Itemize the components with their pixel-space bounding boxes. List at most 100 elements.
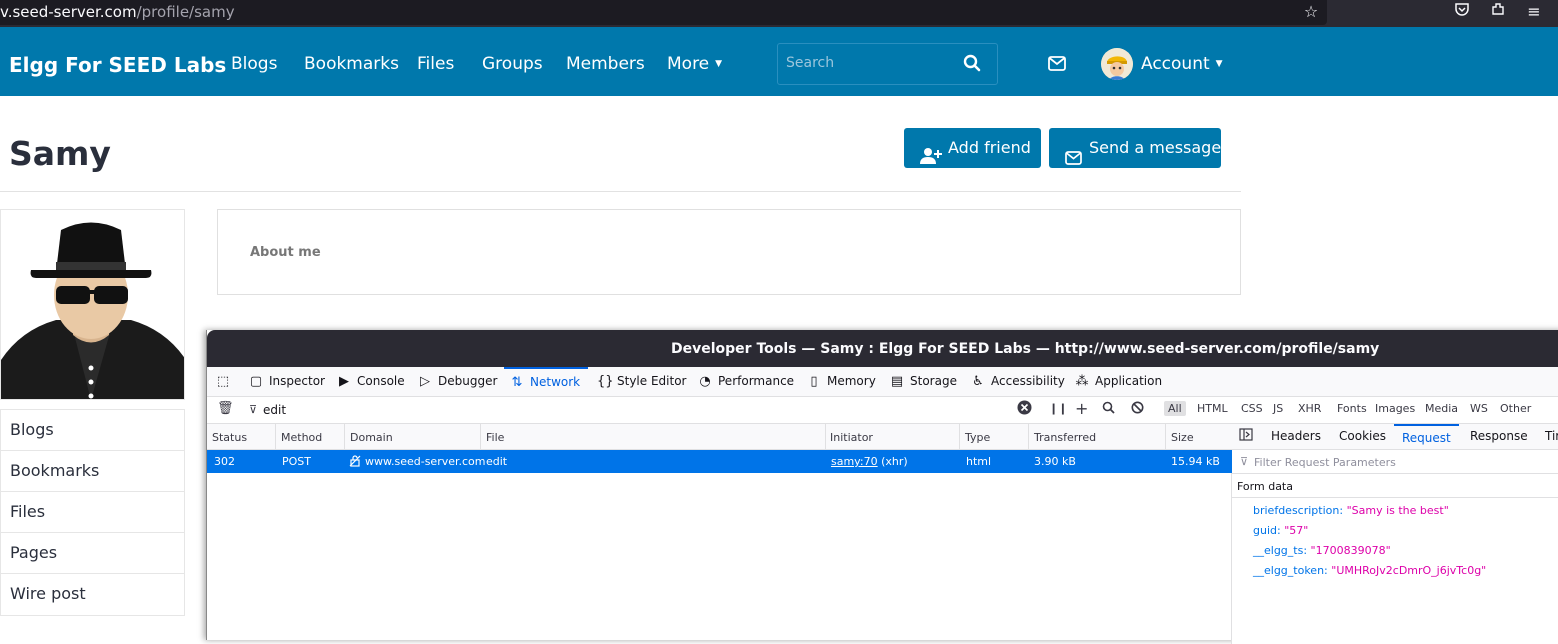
filter-js[interactable]: JS <box>1273 402 1283 415</box>
tab-debugger[interactable]: ▷ Debugger <box>418 367 497 397</box>
nav-files[interactable]: Files <box>417 54 454 74</box>
site-brand[interactable]: Elgg For SEED Labs <box>9 53 226 77</box>
tab-network[interactable]: ⇅ Network <box>504 367 588 397</box>
filter-images[interactable]: Images <box>1375 402 1415 415</box>
url-field[interactable]: v.seed-server.com/profile/samy <box>0 0 1327 25</box>
param-filter-placeholder: Filter Request Parameters <box>1254 456 1396 469</box>
tab-headers[interactable]: Headers <box>1271 429 1321 443</box>
storage-icon: ▤ <box>890 374 904 389</box>
clear-filter-icon[interactable] <box>1017 400 1032 419</box>
table-row[interactable]: 302 POST www.seed-server.com edit samy:7… <box>207 450 1232 473</box>
form-param[interactable]: guid: "57" <box>1253 524 1308 537</box>
menu-icon[interactable]: ≡ <box>1523 1 1545 23</box>
add-friend-button[interactable]: Add friend <box>904 128 1041 168</box>
tab-timings[interactable]: Tir <box>1545 429 1558 443</box>
filter-media[interactable]: Media <box>1425 402 1458 415</box>
tab-console[interactable]: ▶ Console <box>337 367 405 397</box>
tab-response[interactable]: Response <box>1470 429 1528 443</box>
request-list: Status Method Domain File Initiator Type… <box>207 424 1232 644</box>
initiator-link[interactable]: samy:70 <box>831 455 878 468</box>
nav-groups[interactable]: Groups <box>482 54 543 74</box>
element-picker-icon[interactable]: ⬚ <box>216 367 236 397</box>
sidebar-item-blogs[interactable]: Blogs <box>1 410 184 451</box>
filter-all[interactable]: All <box>1164 401 1186 416</box>
col-size[interactable]: Size <box>1171 431 1194 444</box>
nav-members[interactable]: Members <box>566 54 645 74</box>
block-icon[interactable] <box>1131 401 1144 418</box>
filter-ws[interactable]: WS <box>1470 402 1488 415</box>
devtools-toolbar: ⬚ ▢ Inspector ▶ Console ▷ Debugger ⇅ Network… <box>207 367 1558 397</box>
param-filter[interactable]: ⊽ Filter Request Parameters <box>1232 450 1558 474</box>
user-avatar[interactable] <box>1101 48 1133 80</box>
search-input[interactable] <box>786 55 946 71</box>
search-icon[interactable] <box>1102 401 1115 418</box>
url-filter-input[interactable]: edit <box>263 403 286 417</box>
details-tabs: Headers Cookies Request Response Tir <box>1232 424 1558 450</box>
nav-bookmarks[interactable]: Bookmarks <box>304 54 399 74</box>
network-icon: ⇅ <box>511 375 523 390</box>
pocket-icon[interactable] <box>1451 1 1473 23</box>
tab-performance[interactable]: ◔ Performance <box>698 367 794 397</box>
row-status: 302 <box>214 455 235 468</box>
owner-block-menu: Blogs Bookmarks Files Pages Wire post <box>0 409 185 616</box>
sidebar-item-wire-post[interactable]: Wire post <box>1 574 184 615</box>
tab-memory[interactable]: ▯ Memory <box>807 367 875 397</box>
devtools-titlebar[interactable]: Developer Tools — Samy : Elgg For SEED L… <box>207 330 1558 367</box>
col-transferred[interactable]: Transferred <box>1034 431 1096 444</box>
col-file[interactable]: File <box>486 431 504 444</box>
search-icon[interactable] <box>963 54 981 76</box>
col-status[interactable]: Status <box>212 431 247 444</box>
star-icon[interactable]: ☆ <box>1300 1 1322 23</box>
console-icon: ▶ <box>339 374 349 389</box>
pause-icon[interactable]: ❙❙ <box>1049 402 1067 415</box>
search-box <box>777 43 998 85</box>
filter-fonts[interactable]: Fonts <box>1337 402 1367 415</box>
row-size: 15.94 kB <box>1171 455 1220 468</box>
extensions-icon[interactable] <box>1487 1 1509 23</box>
filter-other[interactable]: Other <box>1500 402 1531 415</box>
tab-request[interactable]: Request <box>1394 424 1459 450</box>
mail-icon[interactable] <box>1048 56 1066 75</box>
row-transferred: 3.90 kB <box>1034 455 1076 468</box>
form-param[interactable]: briefdescription: "Samy is the best" <box>1253 504 1449 517</box>
tab-inspector[interactable]: ▢ Inspector <box>249 367 325 397</box>
col-method[interactable]: Method <box>281 431 322 444</box>
tab-storage[interactable]: ▤ Storage <box>890 367 957 397</box>
filter-xhr[interactable]: XHR <box>1298 402 1321 415</box>
tab-cookies[interactable]: Cookies <box>1339 429 1386 443</box>
filter-css[interactable]: CSS <box>1241 402 1263 415</box>
row-initiator[interactable]: samy:70 (xhr) <box>831 455 908 468</box>
col-initiator[interactable]: Initiator <box>830 431 873 444</box>
tab-application[interactable]: ⁂ Application <box>1075 367 1163 397</box>
row-file: edit <box>486 455 508 468</box>
devtools-title: Developer Tools — Samy : Elgg For SEED L… <box>671 341 1380 357</box>
tab-accessibility[interactable]: ♿ Accessibility <box>971 367 1065 397</box>
col-type[interactable]: Type <box>965 431 990 444</box>
add-icon[interactable]: + <box>1075 399 1088 418</box>
filter-icon: ⊽ <box>249 403 258 416</box>
nav-blogs[interactable]: Blogs <box>231 54 277 74</box>
nav-more[interactable]: More ▼ <box>667 54 722 74</box>
account-label: Account <box>1141 54 1210 74</box>
chevron-down-icon: ▼ <box>715 59 723 69</box>
trash-icon[interactable]: 🗑 <box>217 401 234 416</box>
account-menu[interactable]: Account ▼ <box>1141 54 1223 74</box>
divider <box>0 191 1241 192</box>
sidebar-item-pages[interactable]: Pages <box>1 533 184 574</box>
filter-html[interactable]: HTML <box>1197 402 1228 415</box>
form-data-header[interactable]: Form data <box>1232 474 1558 498</box>
tab-style-editor[interactable]: {} Style Editor <box>597 367 686 397</box>
send-message-button[interactable]: Send a message <box>1049 128 1221 168</box>
memory-icon: ▯ <box>810 374 818 389</box>
form-param[interactable]: __elgg_token: "UMHRoJv2cDmrO_j6jvTc0g" <box>1253 564 1486 577</box>
debugger-icon: ▷ <box>420 374 430 389</box>
col-domain[interactable]: Domain <box>350 431 393 444</box>
row-domain: www.seed-server.com <box>365 455 486 468</box>
sidebar-item-files[interactable]: Files <box>1 492 184 533</box>
toggle-sidebar-icon[interactable] <box>1239 428 1253 444</box>
profile-avatar <box>0 209 185 400</box>
form-param[interactable]: __elgg_ts: "1700839078" <box>1253 544 1391 557</box>
about-me-panel: About me <box>217 209 1241 295</box>
sidebar-item-bookmarks[interactable]: Bookmarks <box>1 451 184 492</box>
send-message-label: Send a message <box>1089 138 1222 157</box>
